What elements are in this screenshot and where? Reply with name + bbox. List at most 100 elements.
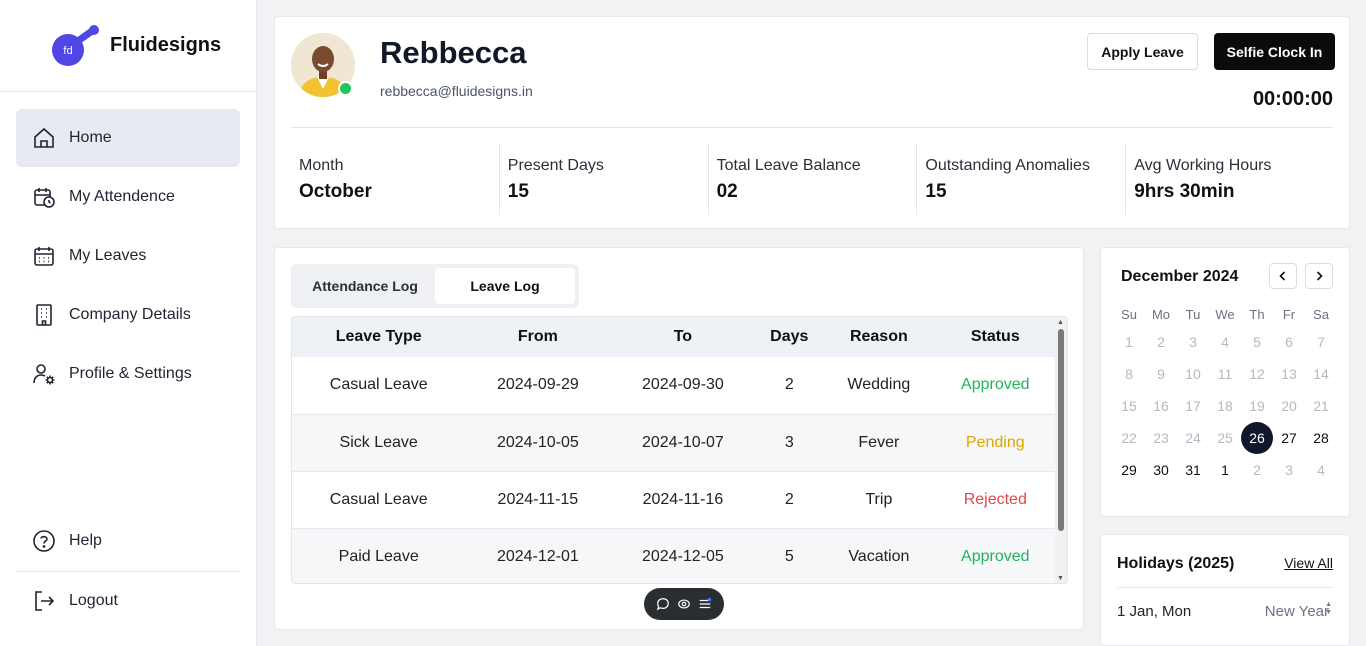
cell-days: 2 <box>755 357 824 415</box>
cell-leave-type: Casual Leave <box>292 471 466 529</box>
tab-attendance-log[interactable]: Attendance Log <box>295 268 435 304</box>
log-card: Attendance Log Leave Log Leave Type From… <box>274 247 1084 630</box>
calendar-day[interactable]: 23 <box>1145 422 1177 454</box>
calendar-day[interactable]: 11 <box>1209 358 1241 390</box>
cell-status: Rejected <box>934 471 1056 529</box>
table-row[interactable]: Casual Leave 2024-09-29 2024-09-30 2 Wed… <box>292 357 1056 415</box>
scroll-up-arrow-icon[interactable]: ▲ <box>1057 319 1064 327</box>
nav-item-help[interactable]: Help <box>16 512 240 570</box>
calendar-day[interactable]: 3 <box>1273 454 1305 486</box>
calendar-day[interactable]: 20 <box>1273 390 1305 422</box>
column-header[interactable]: Leave Type <box>292 317 466 357</box>
nav-item-my-leaves[interactable]: My Leaves <box>16 227 240 285</box>
calendar-day[interactable]: 31 <box>1177 454 1209 486</box>
cell-leave-type: Paid Leave <box>292 528 466 583</box>
cell-from: 2024-12-01 <box>465 528 611 583</box>
selfie-clock-in-button[interactable]: Selfie Clock In <box>1214 33 1335 70</box>
calendar-day[interactable]: 7 <box>1305 326 1337 358</box>
calendar-day[interactable]: 1 <box>1209 454 1241 486</box>
calendar-day[interactable]: 22 <box>1113 422 1145 454</box>
cell-reason: Trip <box>823 471 935 529</box>
calendar-day[interactable]: 6 <box>1273 326 1305 358</box>
table-scrollbar[interactable]: ▲ ▼ <box>1055 317 1067 583</box>
stats-row: Month October Present Days 15 Total Leav… <box>291 143 1334 215</box>
calendar-day[interactable]: 4 <box>1305 454 1337 486</box>
tab-leave-log[interactable]: Leave Log <box>435 268 575 304</box>
stat-total-leave-balance: Total Leave Balance 02 <box>707 143 917 215</box>
chevron-left-icon <box>1279 271 1286 281</box>
stat-present-days: Present Days 15 <box>498 143 708 215</box>
nav-item-profile-settings[interactable]: Profile & Settings <box>16 345 240 403</box>
calendar-day[interactable]: 24 <box>1177 422 1209 454</box>
nav-item-my-attendence[interactable]: My Attendence <box>16 168 240 226</box>
nav-item-label: Logout <box>69 592 118 609</box>
clock-timer: 00:00:00 <box>1252 88 1333 110</box>
view-all-link[interactable]: View All <box>1284 555 1333 571</box>
calendar-day[interactable]: 29 <box>1113 454 1145 486</box>
scroll-thumb[interactable] <box>1058 329 1064 531</box>
calendar-day[interactable]: 27 <box>1273 422 1305 454</box>
weekday-label: Sa <box>1313 307 1329 322</box>
holiday-name: New Year <box>1264 603 1329 620</box>
calendar-day[interactable]: 1 <box>1113 326 1145 358</box>
calendar-day[interactable]: 25 <box>1209 422 1241 454</box>
calendar-day[interactable]: 28 <box>1305 422 1337 454</box>
calendar-day[interactable]: 4 <box>1209 326 1241 358</box>
nav-item-home[interactable]: Home <box>16 109 240 167</box>
calendar-day[interactable]: 9 <box>1145 358 1177 390</box>
calendar-day[interactable]: 3 <box>1177 326 1209 358</box>
stat-outstanding-anomalies: Outstanding Anomalies 15 <box>916 143 1125 215</box>
nav-item-label: My Leaves <box>69 247 147 264</box>
column-header[interactable]: To <box>610 317 756 357</box>
weekday-label: Tu <box>1185 307 1201 322</box>
calendar-day[interactable]: 18 <box>1209 390 1241 422</box>
scroll-down-arrow-icon[interactable]: ▼ <box>1057 575 1064 583</box>
calendar-day[interactable]: 2 <box>1241 454 1273 486</box>
online-status-indicator <box>338 81 353 96</box>
column-header[interactable]: Reason <box>823 317 935 357</box>
stat-label: Outstanding Anomalies <box>925 157 1090 174</box>
calendar-day[interactable]: 5 <box>1241 326 1273 358</box>
building-icon <box>36 304 52 326</box>
calendar-day[interactable]: 10 <box>1177 358 1209 390</box>
nav-item-label: Home <box>69 129 112 146</box>
holidays-title: Holidays (2025) <box>1117 555 1235 572</box>
eye-icon[interactable] <box>677 597 691 611</box>
calendar-day[interactable]: 30 <box>1145 454 1177 486</box>
calendar-prev-button[interactable] <box>1269 263 1297 289</box>
table-row[interactable]: Casual Leave 2024-11-15 2024-11-16 2 Tri… <box>292 471 1056 529</box>
calendar-day[interactable]: 14 <box>1305 358 1337 390</box>
column-header[interactable]: Status <box>934 317 1056 357</box>
leave-log-table: Leave Type From To Days Reason Status Ca… <box>291 316 1068 584</box>
apply-leave-button[interactable]: Apply Leave <box>1087 33 1198 70</box>
calendar-day[interactable]: 15 <box>1113 390 1145 422</box>
calendar-day[interactable]: 13 <box>1273 358 1305 390</box>
comment-icon[interactable] <box>656 597 670 611</box>
calendar-next-button[interactable] <box>1305 263 1333 289</box>
nav-item-label: Help <box>69 532 102 549</box>
holiday-scroll-arrows-icon[interactable]: ▲ ▼ <box>1325 601 1332 617</box>
main-nav: Home My Attendence My Leaves Company Det… <box>16 109 240 404</box>
brand[interactable]: fd Fluidesigns <box>0 0 256 92</box>
stat-avg-working-hours: Avg Working Hours 9hrs 30min <box>1125 143 1334 215</box>
calendar-day[interactable]: 2 <box>1145 326 1177 358</box>
nav-item-label: Company Details <box>69 306 191 323</box>
calendar-day[interactable]: 12 <box>1241 358 1273 390</box>
calendar-day[interactable]: 16 <box>1145 390 1177 422</box>
nav-item-logout[interactable]: Logout <box>16 572 240 630</box>
calendar-day-selected[interactable]: 26 <box>1241 422 1273 454</box>
menu-icon[interactable] <box>698 597 712 611</box>
nav-item-company-details[interactable]: Company Details <box>16 286 240 344</box>
column-header[interactable]: Days <box>755 317 824 357</box>
cell-from: 2024-11-15 <box>465 471 611 529</box>
table-row[interactable]: Sick Leave 2024-10-05 2024-10-07 3 Fever… <box>292 414 1056 472</box>
calendar-day[interactable]: 21 <box>1305 390 1337 422</box>
calendar-day[interactable]: 17 <box>1177 390 1209 422</box>
holiday-item: 1 Jan, Mon New Year <box>1117 603 1329 620</box>
column-header[interactable]: From <box>465 317 611 357</box>
calendar-day[interactable]: 8 <box>1113 358 1145 390</box>
calendar-day[interactable]: 19 <box>1241 390 1273 422</box>
floating-toolbar <box>644 588 724 620</box>
table-row[interactable]: Paid Leave 2024-12-01 2024-12-05 5 Vacat… <box>292 528 1056 583</box>
user-gear-icon <box>33 364 55 385</box>
